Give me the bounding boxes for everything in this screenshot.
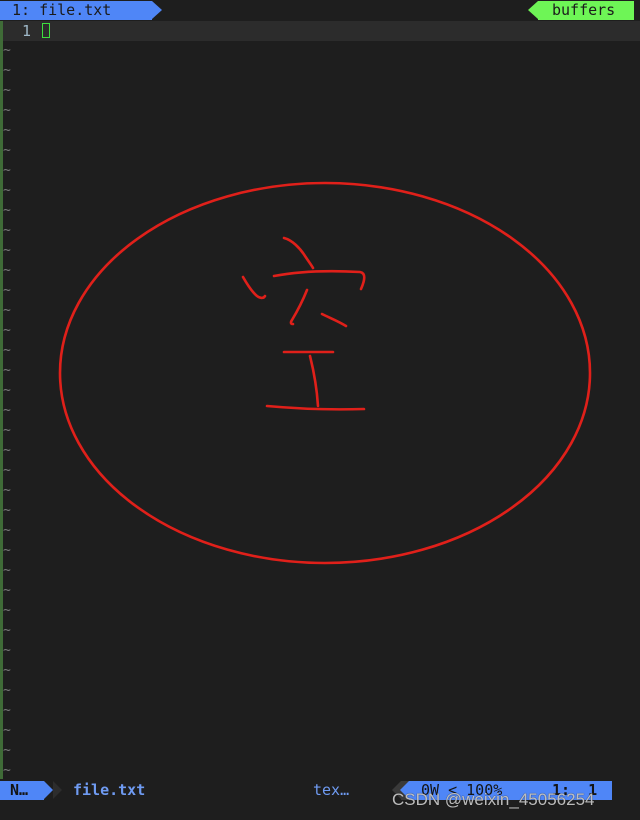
status-filename: file.txt	[73, 781, 146, 799]
tilde-marker: ~	[3, 403, 11, 418]
buffers-indicator[interactable]: buffers	[528, 1, 634, 20]
tilde-marker: ~	[3, 183, 11, 198]
tilde-marker: ~	[3, 63, 11, 78]
tilde-marker: ~	[3, 503, 11, 518]
tilde-marker: ~	[3, 563, 11, 578]
tilde-marker: ~	[3, 663, 11, 678]
tilde-marker: ~	[3, 443, 11, 458]
mode-separator	[53, 781, 62, 799]
tilde-marker: ~	[3, 543, 11, 558]
tilde-marker: ~	[3, 343, 11, 358]
tabline: 1: file.txt buffers	[0, 0, 640, 21]
tilde-marker: ~	[3, 483, 11, 498]
tilde-marker: ~	[3, 463, 11, 478]
tilde-marker: ~	[3, 83, 11, 98]
tilde-marker: ~	[3, 303, 11, 318]
tilde-marker: ~	[3, 323, 11, 338]
tilde-marker: ~	[3, 523, 11, 538]
tilde-marker: ~	[3, 283, 11, 298]
tilde-marker: ~	[3, 623, 11, 638]
tilde-marker: ~	[3, 223, 11, 238]
tilde-marker: ~	[3, 103, 11, 118]
tilde-marker: ~	[3, 43, 11, 58]
tilde-marker: ~	[3, 123, 11, 138]
tilde-marker: ~	[3, 263, 11, 278]
watermark: CSDN @weixin_45056254	[392, 790, 595, 809]
tilde-marker: ~	[3, 743, 11, 758]
tilde-marker: ~	[3, 203, 11, 218]
tilde-marker: ~	[3, 763, 11, 778]
vim-window: 1: file.txt buffers 1 ~ ~ ~ ~ ~ ~ ~ ~ ~ ~ ~ ~ ~ ~ ~ ~ ~ ~…	[0, 0, 640, 820]
mode-indicator: N…	[0, 781, 53, 800]
text-cursor	[42, 23, 50, 38]
line-number: 1	[22, 22, 32, 40]
tilde-marker: ~	[3, 683, 11, 698]
tilde-marker: ~	[3, 703, 11, 718]
tilde-marker: ~	[3, 163, 11, 178]
editor-area[interactable]: 1 ~ ~ ~ ~ ~ ~ ~ ~ ~ ~ ~ ~ ~ ~ ~ ~ ~ ~ ~ ~ ~ ~ ~ ~ ~ ~ ~ ~ ~ ~ ~ ~ ~ ~ ~ ~ ~	[0, 21, 640, 779]
tilde-marker: ~	[3, 423, 11, 438]
tilde-marker: ~	[3, 243, 11, 258]
tilde-marker: ~	[3, 603, 11, 618]
tilde-marker: ~	[3, 583, 11, 598]
tilde-marker: ~	[3, 723, 11, 738]
empty-line-markers: ~ ~ ~ ~ ~ ~ ~ ~ ~ ~ ~ ~ ~ ~ ~ ~ ~ ~ ~ ~ ~ ~ ~ ~ ~ ~ ~ ~ ~ ~ ~ ~ ~ ~ ~ ~ ~	[3, 41, 23, 781]
tilde-marker: ~	[3, 643, 11, 658]
tilde-marker: ~	[3, 383, 11, 398]
tilde-marker: ~	[3, 363, 11, 378]
tab-file-txt[interactable]: 1: file.txt	[0, 1, 162, 20]
tilde-marker: ~	[3, 143, 11, 158]
cursor-line	[3, 21, 640, 41]
status-filetype: tex…	[313, 781, 350, 799]
